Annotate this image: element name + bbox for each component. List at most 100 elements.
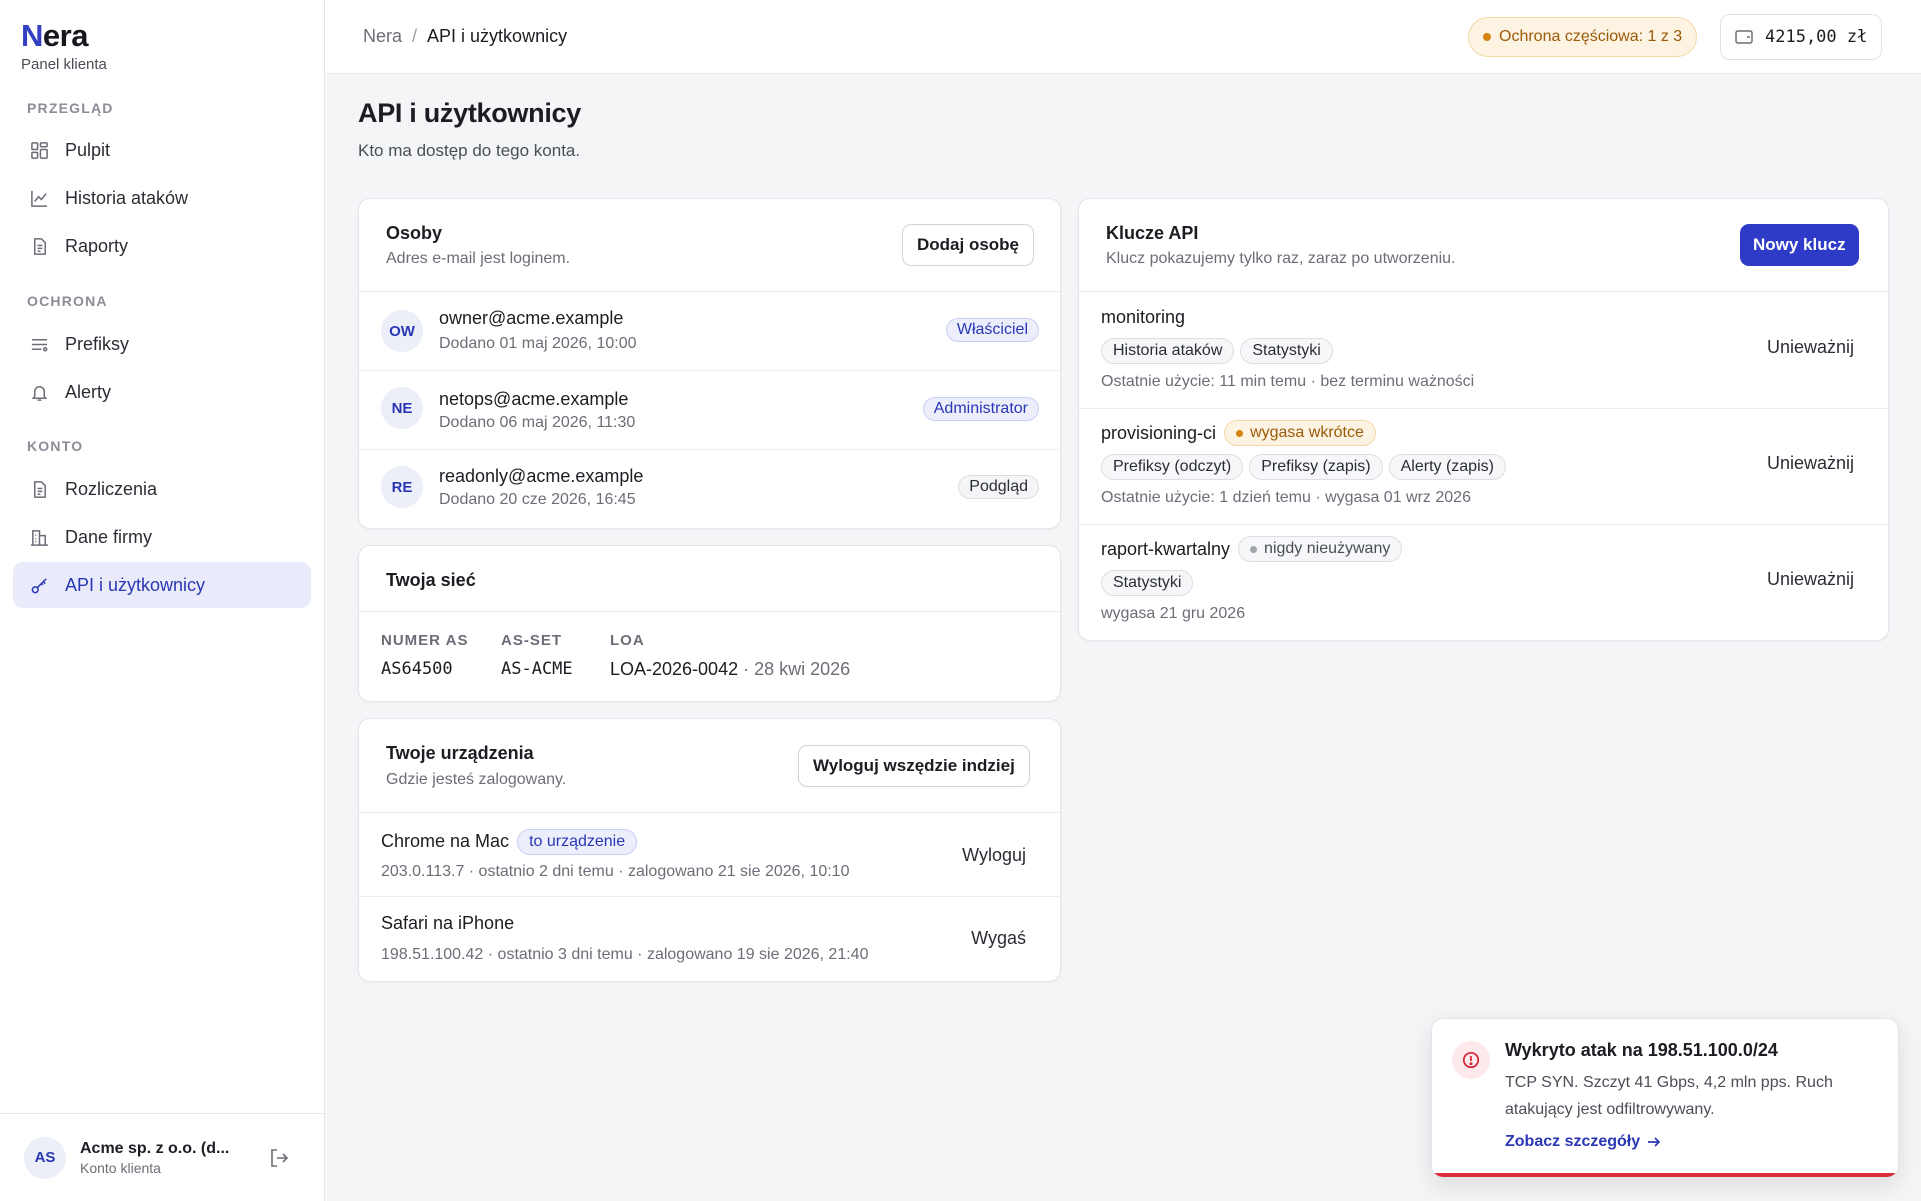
network-card: Twoja sieć NUMER AS AS64500 AS-SET AS-AC…: [358, 545, 1061, 702]
protection-status-badge[interactable]: Ochrona częściowa: 1 z 3: [1468, 17, 1698, 57]
nav-section-account: KONTO: [27, 438, 84, 454]
logout-icon[interactable]: [268, 1147, 290, 1174]
sidebar-item-prefixes[interactable]: Prefiksy: [13, 321, 311, 367]
api-keys-card: Klucze API Klucz pokazujemy tylko raz, z…: [1078, 198, 1889, 641]
as-set-label: AS-SET: [501, 632, 563, 649]
sidebar: Nera Panel klienta PRZEGLĄD Pulpit Histo…: [0, 0, 325, 1201]
balance-button[interactable]: 4215,00 zł: [1720, 14, 1883, 60]
person-added-date: Dodano 20 cze 2026, 16:45: [439, 491, 636, 508]
sidebar-item-dashboard[interactable]: Pulpit: [13, 127, 311, 173]
scope-chip: Alerty (zapis): [1388, 454, 1506, 480]
sidebar-item-billing[interactable]: Rozliczenia: [13, 466, 311, 512]
key-name: provisioning-ci wygasa wkrótce: [1101, 420, 1376, 446]
scope-chip: Prefiksy (zapis): [1249, 454, 1383, 480]
revoke-key-button[interactable]: Unieważnij: [1767, 337, 1854, 358]
scope-chip: Statystyki: [1240, 338, 1333, 364]
key-icon: [29, 575, 49, 595]
person-email: owner@acme.example: [439, 308, 624, 328]
scope-chip: Prefiksy (odczyt): [1101, 454, 1244, 480]
key-name-label: raport-kwartalny: [1101, 538, 1231, 559]
revoke-key-button[interactable]: Unieważnij: [1767, 569, 1854, 590]
list-item: raport-kwartalny nigdy nieużywany Statyst…: [1079, 525, 1888, 640]
table-row[interactable]: OW owner@acme.example Dodano 01 maj 2026…: [359, 292, 1060, 371]
nav-section-protection: OCHRONA: [27, 293, 108, 309]
list-item: Chrome na Mac to urządzenie 203.0.113.7 ·…: [359, 813, 1060, 897]
list-item: provisioning-ci wygasa wkrótce Prefiksy (…: [1079, 409, 1888, 525]
page-title: API i użytkownicy: [358, 98, 581, 128]
asn-field: NUMER AS AS64500: [381, 632, 468, 679]
key-meta: Ostatnie użycie: 1 dzień temu · wygasa 0…: [1101, 489, 1471, 506]
toast-accent-bar: [1432, 1173, 1898, 1177]
logout-everywhere-else-button[interactable]: Wyloguj wszędzie indziej: [798, 745, 1030, 787]
role-badge[interactable]: Właściciel: [945, 318, 1039, 342]
table-row[interactable]: RE readonly@acme.example Dodano 20 cze 2…: [359, 450, 1060, 528]
toast-title: Wykryto atak na 198.51.100.0/24: [1505, 1040, 1778, 1060]
document-icon: [29, 479, 49, 499]
person-added-date: Dodano 01 maj 2026, 10:00: [439, 335, 637, 352]
brand-subtitle: Panel klienta: [21, 56, 107, 73]
devices-card-header: Twoje urządzenia Gdzie jesteś zalogowany…: [359, 719, 1060, 813]
brand-logo-rest: era: [42, 18, 89, 53]
person-email: readonly@acme.example: [439, 466, 644, 486]
brand-logo-initial: N: [21, 18, 43, 53]
asn-label: NUMER AS: [381, 632, 469, 649]
breadcrumb: Nera / API i użytkownicy: [363, 26, 567, 47]
status-dot-icon: [1250, 545, 1258, 553]
revoke-key-button[interactable]: Unieważnij: [1767, 453, 1854, 474]
avatar: OW: [381, 310, 423, 352]
sidebar-item-label: Alerty: [65, 381, 112, 402]
sidebar-item-reports[interactable]: Raporty: [13, 223, 311, 269]
account-switcher[interactable]: AS Acme sp. z o.o. (d... Konto klienta: [0, 1113, 325, 1201]
toast-body: TCP SYN. Szczyt 41 Gbps, 4,2 mln pps. Ru…: [1505, 1074, 1833, 1118]
brand[interactable]: Nera Panel klienta: [21, 18, 107, 73]
people-card-header: Osoby Adres e-mail jest loginem. Dodaj o…: [359, 199, 1060, 292]
key-status-label: nigdy nieużywany: [1264, 540, 1391, 557]
status-dot-icon: [1483, 33, 1491, 41]
expire-session-button[interactable]: Wygaś: [971, 928, 1026, 949]
people-card-desc: Adres e-mail jest loginem.: [386, 250, 571, 267]
add-person-button[interactable]: Dodaj osobę: [902, 224, 1035, 266]
logout-device-button[interactable]: Wyloguj: [962, 845, 1026, 866]
loa-id: LOA-2026-0042: [610, 659, 739, 679]
device-name: Safari na iPhone: [381, 913, 515, 933]
sidebar-item-label: Dane firmy: [65, 526, 153, 547]
key-status-badge: nigdy nieużywany: [1238, 536, 1403, 562]
key-meta: Ostatnie użycie: 11 min temu · bez termi…: [1101, 373, 1475, 390]
sidebar-item-alerts[interactable]: Alerty: [13, 369, 311, 415]
protection-status-label: Ochrona częściowa: 1 z 3: [1499, 28, 1683, 45]
page-subtitle: Kto ma dostęp do tego konta.: [358, 141, 581, 160]
breadcrumb-root[interactable]: Nera: [363, 26, 402, 46]
sidebar-item-attack-history[interactable]: Historia ataków: [13, 175, 311, 221]
breadcrumb-current: API i użytkownicy: [427, 26, 568, 46]
breadcrumb-separator: /: [412, 26, 418, 46]
api-keys-card-title: Klucze API: [1106, 223, 1199, 243]
avatar: NE: [381, 387, 423, 429]
table-row[interactable]: NE netops@acme.example Dodano 06 maj 202…: [359, 371, 1060, 450]
attack-alert-toast: Wykryto atak na 198.51.100.0/24 TCP SYN.…: [1431, 1018, 1899, 1178]
sidebar-item-company-data[interactable]: Dane firmy: [13, 514, 311, 560]
key-scopes: Prefiksy (odczyt) Prefiksy (zapis) Alert…: [1101, 454, 1506, 480]
as-set-value: AS-ACME: [501, 659, 573, 679]
arrow-right-icon: [1647, 1136, 1661, 1148]
loa-label: LOA: [610, 632, 645, 649]
key-name-label: monitoring: [1101, 307, 1186, 327]
list-item: monitoring Historia ataków Statystyki Os…: [1079, 292, 1888, 409]
key-name: raport-kwartalny nigdy nieużywany: [1101, 536, 1403, 562]
new-key-button[interactable]: Nowy klucz: [1740, 224, 1859, 266]
role-badge[interactable]: Administrator: [922, 397, 1039, 421]
see-details-link[interactable]: Zobacz szczegóły: [1505, 1133, 1661, 1151]
account-name: Acme sp. z o.o. (d...: [80, 1139, 230, 1157]
key-status-label: wygasa wkrótce: [1250, 424, 1364, 441]
sidebar-item-label: Prefiksy: [65, 333, 130, 354]
sidebar-item-api-users[interactable]: API i użytkownicy: [13, 562, 311, 608]
alert-circle-icon: [1452, 1041, 1490, 1079]
current-device-tag: to urządzenie: [517, 829, 638, 855]
avatar: RE: [381, 466, 423, 508]
nav-section-overview: PRZEGLĄD: [27, 100, 114, 116]
network-card-title: Twoja sieć: [386, 570, 476, 590]
as-set-field: AS-SET AS-ACME: [501, 632, 573, 679]
people-card: Osoby Adres e-mail jest loginem. Dodaj o…: [358, 198, 1061, 529]
role-badge[interactable]: Podgląd: [958, 475, 1039, 499]
network-details: NUMER AS AS64500 AS-SET AS-ACME LOA LOA-…: [359, 612, 1060, 701]
loa-field: LOA LOA-2026-0042 · 28 kwi 2026: [610, 632, 850, 680]
